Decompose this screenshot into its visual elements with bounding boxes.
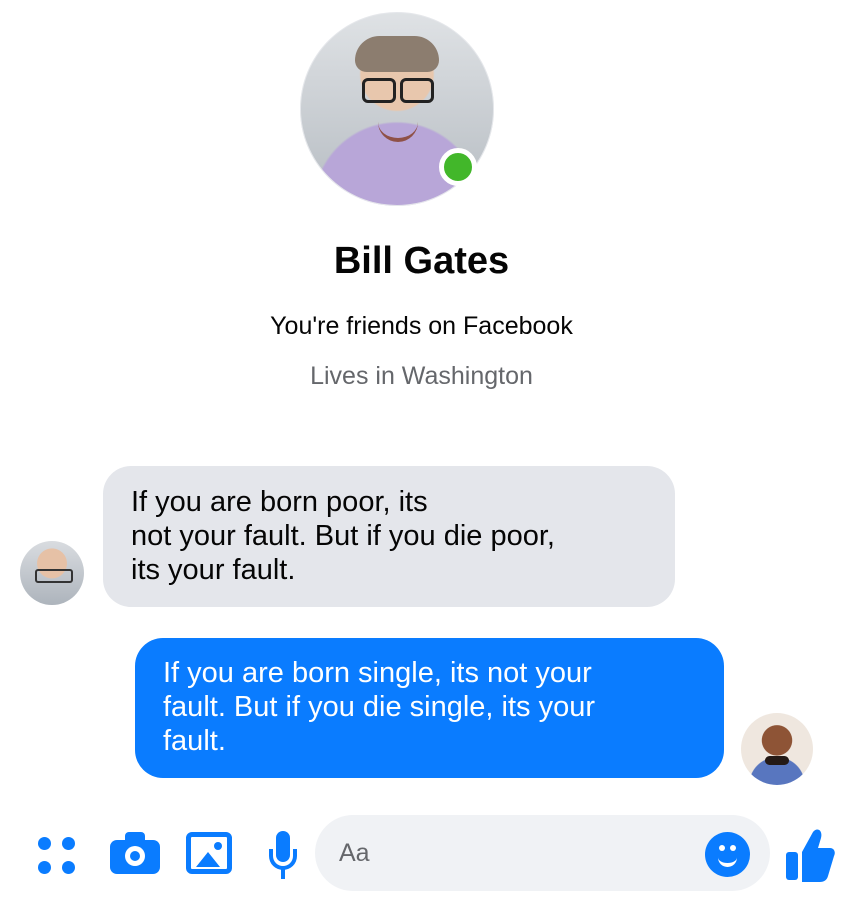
microphone-base	[281, 869, 285, 879]
message-composer	[0, 815, 843, 897]
emoji-smile	[718, 854, 737, 867]
grid-dot	[38, 861, 51, 874]
outgoing-message-bubble: If you are born single, its not your fau…	[135, 638, 724, 778]
emoji-right-eye	[730, 845, 736, 851]
contact-location: Lives in Washington	[310, 362, 533, 390]
camera-lens	[125, 846, 145, 866]
thumbs-up-glyph	[786, 829, 835, 882]
outgoing-message-avatar	[741, 713, 813, 785]
profile-photo-smile	[378, 122, 418, 142]
thumbs-up-icon[interactable]	[785, 827, 835, 883]
grid-dot	[38, 837, 51, 850]
image-mountain	[196, 852, 220, 867]
emoji-left-eye	[719, 845, 725, 851]
image-sun	[214, 842, 222, 850]
online-status-indicator	[439, 148, 477, 186]
message-input[interactable]	[315, 815, 770, 891]
emoji-icon[interactable]	[705, 832, 750, 877]
grid-dots-icon[interactable]	[38, 837, 80, 879]
friendship-status: You're friends on Facebook	[270, 312, 573, 340]
grid-dot	[62, 837, 75, 850]
profile-photo-hair	[355, 36, 439, 72]
microphone-stand	[269, 849, 297, 870]
camera-icon[interactable]	[110, 832, 160, 874]
incoming-message-bubble: If you are born poor, its not your fault…	[103, 466, 675, 607]
grid-dot	[62, 861, 75, 874]
incoming-message-avatar	[20, 541, 84, 605]
microphone-icon[interactable]	[264, 831, 302, 883]
contact-name: Bill Gates	[333, 240, 510, 282]
profile-photo-glasses	[362, 78, 434, 103]
image-icon[interactable]	[186, 832, 232, 874]
